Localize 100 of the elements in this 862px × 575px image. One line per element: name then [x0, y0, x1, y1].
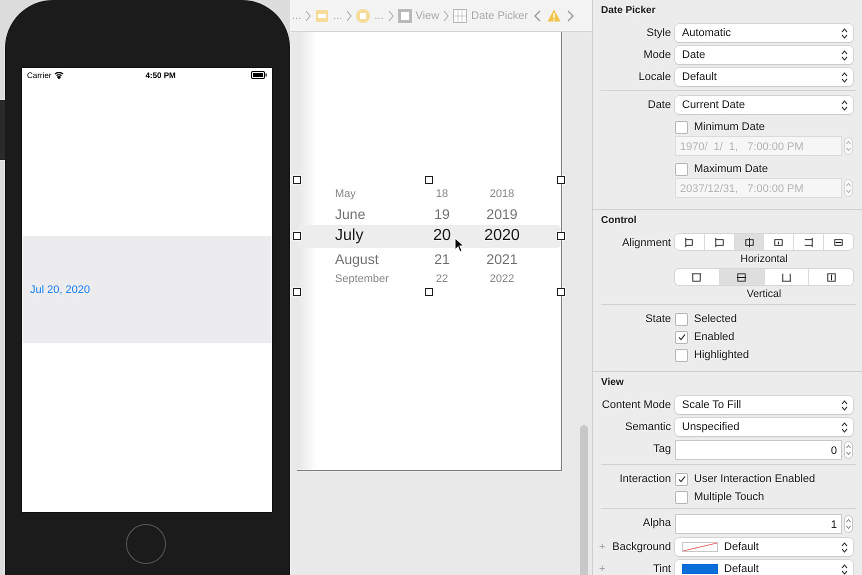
resize-handle[interactable]	[557, 176, 565, 184]
chevron-icon	[443, 10, 450, 22]
checkbox-label: Multiple Touch	[694, 491, 764, 503]
stepper-control[interactable]	[844, 441, 853, 459]
field-label: Date	[648, 99, 671, 111]
popup-value: Unspecified	[682, 421, 740, 433]
scene-icon	[315, 8, 330, 22]
alignment-icon	[735, 270, 748, 284]
popup-button[interactable]: Current Date	[675, 96, 853, 114]
year-text: 2018	[490, 188, 514, 200]
checkbox[interactable]	[675, 162, 688, 176]
checkbox[interactable]	[675, 348, 688, 362]
date-picker-wheel[interactable]: May 18 2018 June 19 2019 July 20 2020 August 21 2021 September 22 2022	[297, 180, 561, 292]
resize-handle[interactable]	[293, 176, 301, 184]
resize-handle[interactable]	[425, 176, 433, 184]
field-label: Content Mode	[602, 399, 671, 411]
popup-value: Automatic	[682, 27, 731, 39]
popup-value: Date	[682, 49, 706, 61]
text-field[interactable]: 0	[675, 440, 842, 460]
picker-row[interactable]: May 18 2018	[297, 184, 561, 202]
cursor-icon	[454, 237, 464, 253]
date-picker-icon	[453, 8, 468, 22]
popup-value: Default	[724, 541, 759, 553]
text-field[interactable]: 1	[675, 514, 842, 534]
field-label: Style	[646, 27, 671, 39]
stepper-control[interactable]	[844, 515, 853, 533]
alignment-segment[interactable]	[720, 269, 764, 285]
month-text: August	[334, 250, 380, 266]
checkbox-label: User Interaction Enabled	[694, 473, 816, 485]
updown-arrows-icon	[841, 422, 848, 432]
field-label: Tint	[653, 563, 671, 575]
month-text: May	[334, 188, 357, 200]
segmented-control[interactable]	[675, 234, 853, 250]
field-label: Alpha	[642, 517, 671, 529]
segmented-control[interactable]	[675, 269, 853, 285]
checkbox-label: Maximum Date	[694, 163, 768, 175]
section-title: Control	[600, 215, 638, 226]
popup-value: Current Date	[682, 99, 745, 111]
resize-handle[interactable]	[557, 288, 565, 296]
view-icon	[398, 8, 412, 22]
field-label: Mode	[643, 49, 671, 61]
updown-arrows-icon	[841, 28, 848, 38]
checkmark-icon	[676, 332, 686, 342]
alignment-icon	[690, 270, 704, 284]
field-label: Background	[612, 541, 671, 553]
popup-button[interactable]: Unspecified	[675, 418, 853, 436]
section-title: Date Picker	[600, 5, 656, 16]
alignment-icon	[824, 270, 838, 284]
segment-caption: Horizontal	[739, 253, 789, 265]
checkbox[interactable]	[675, 120, 688, 134]
popup-button[interactable]: Automatic	[675, 24, 853, 42]
popup-button[interactable]: Default	[675, 68, 853, 86]
checkbox[interactable]	[675, 490, 688, 504]
day-text: 21	[434, 250, 450, 266]
resize-handle[interactable]	[293, 232, 301, 240]
resize-handle[interactable]	[557, 232, 565, 240]
checkbox-label: Highlighted	[694, 349, 750, 361]
field-label: Locale	[638, 71, 671, 83]
field-label: Alignment	[622, 237, 671, 249]
popup-button[interactable]: Date	[675, 46, 853, 64]
month-text: July	[334, 227, 364, 245]
checkbox[interactable]	[675, 330, 688, 344]
field-label: Tag	[653, 443, 671, 455]
updown-arrows-icon	[841, 564, 848, 574]
field-label: State	[645, 313, 671, 325]
checkmark-icon	[676, 474, 686, 484]
year-text: 2020	[484, 227, 520, 244]
updown-arrows-icon	[841, 542, 848, 552]
alignment-icon	[682, 236, 696, 248]
day-text: 22	[436, 272, 448, 284]
date-picker-cell[interactable]: Jul 20, 2020	[22, 236, 272, 343]
month-text: June	[334, 206, 366, 222]
color-popup-button[interactable]: Default	[675, 538, 853, 556]
alignment-icon	[742, 236, 756, 248]
checkbox[interactable]	[675, 472, 688, 486]
segment-caption: Vertical	[746, 288, 782, 300]
picker-row[interactable]: September 22 2022	[297, 270, 561, 288]
status-time: 4:50 PM	[145, 70, 176, 80]
year-text: 2022	[490, 272, 514, 284]
checkbox[interactable]	[675, 312, 688, 326]
color-popup-button[interactable]: Default	[675, 560, 853, 575]
day-text: 18	[436, 188, 448, 200]
resize-handle[interactable]	[293, 288, 301, 296]
popup-value: Default	[682, 71, 717, 83]
alignment-icon	[802, 236, 816, 248]
picker-row[interactable]: June 19 2019	[297, 202, 561, 224]
resize-handle[interactable]	[425, 288, 433, 296]
month-text: September	[334, 272, 390, 284]
alignment-segment[interactable]	[734, 234, 764, 250]
year-text: 2021	[486, 250, 518, 266]
picker-row[interactable]: August 21 2021	[297, 248, 561, 270]
add-variation-button[interactable]: +	[599, 541, 606, 553]
updown-arrows-icon	[841, 72, 848, 82]
checkbox-label: Selected	[694, 313, 737, 325]
popup-button[interactable]: Scale To Fill	[675, 396, 853, 414]
scrollbar-thumb[interactable]	[580, 425, 588, 575]
chevron-icon	[346, 10, 352, 22]
add-variation-button[interactable]: +	[599, 563, 606, 575]
picker-selection-row[interactable]: July 20 2020	[297, 224, 561, 248]
updown-arrows-icon	[841, 100, 848, 110]
